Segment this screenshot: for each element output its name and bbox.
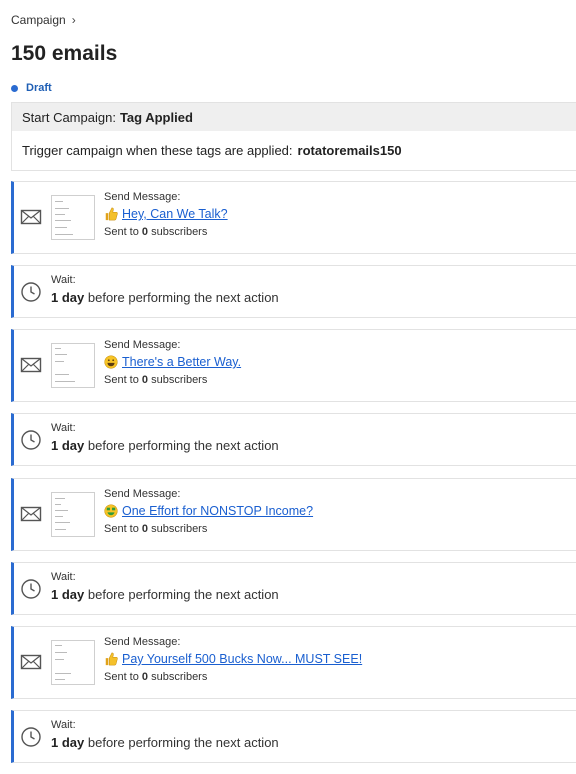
message-subject: Hey, Can We Talk? [122, 207, 228, 221]
email-preview-thumbnail[interactable] [51, 640, 95, 685]
email-preview-thumbnail[interactable] [51, 343, 95, 388]
trigger-card[interactable]: Start Campaign: Tag Applied Trigger camp… [11, 102, 576, 171]
email-preview-thumbnail[interactable] [51, 492, 95, 537]
status-badge: Draft [11, 82, 52, 94]
sent-count-text: Sent to 0 subscribers [104, 671, 208, 683]
breadcrumb: Campaign › [11, 13, 76, 27]
step-label: Send Message: [104, 191, 181, 203]
message-subject: One Effort for NONSTOP Income? [122, 504, 314, 518]
step-label: Wait: [51, 571, 76, 583]
trigger-description: Trigger campaign when these tags are app… [22, 143, 293, 158]
trigger-heading-value: Tag Applied [119, 109, 193, 125]
step-label: Wait: [51, 274, 76, 286]
wait-description: 1 day before performing the next action [51, 438, 279, 453]
wait-description: 1 day before performing the next action [51, 587, 279, 602]
sent-count-text: Sent to 0 subscribers [104, 226, 208, 238]
message-subject-link[interactable]: There's a Better Way. [104, 355, 241, 369]
message-subject-link[interactable]: One Effort for NONSTOP Income? [104, 504, 313, 518]
trigger-heading-prefix: Start Campaign: [22, 109, 116, 125]
money-mouth-face-icon [104, 504, 118, 518]
breadcrumb-campaign-link[interactable]: Campaign [11, 13, 66, 27]
thumbs-up-icon [105, 207, 118, 221]
step-label: Send Message: [104, 488, 181, 500]
envelope-icon [20, 654, 42, 670]
status-label: Draft [26, 82, 52, 94]
wait-duration: 1 day [51, 290, 85, 305]
wait-duration: 1 day [51, 438, 85, 453]
trigger-description-row: Trigger campaign when these tags are app… [12, 131, 576, 170]
page-title: 150 emails [11, 42, 118, 65]
message-subject: Pay Yourself 500 Bucks Now... MUST SEE! [122, 652, 363, 666]
wait-duration: 1 day [51, 735, 85, 750]
message-subject-link[interactable]: Hey, Can We Talk? [104, 207, 228, 221]
step-wait[interactable]: Wait: 1 day before performing the next a… [11, 562, 576, 615]
grinning-face-icon [104, 355, 118, 369]
step-send-message[interactable]: Send Message: Pay Yourself 500 Bucks Now… [11, 626, 576, 699]
step-wait[interactable]: Wait: 1 day before performing the next a… [11, 710, 576, 763]
campaign-page: Campaign › 150 emails Draft Start Campai… [0, 0, 576, 774]
step-label: Send Message: [104, 339, 181, 351]
trigger-heading: Start Campaign: Tag Applied [12, 103, 576, 131]
step-label: Send Message: [104, 636, 181, 648]
message-subject-link[interactable]: Pay Yourself 500 Bucks Now... MUST SEE! [104, 652, 362, 666]
chevron-right-icon: › [71, 13, 76, 27]
wait-description: 1 day before performing the next action [51, 290, 279, 305]
step-wait[interactable]: Wait: 1 day before performing the next a… [11, 413, 576, 466]
sent-count-text: Sent to 0 subscribers [104, 523, 208, 535]
message-subject: There's a Better Way. [122, 355, 242, 369]
envelope-icon [20, 506, 42, 522]
sent-count: 0 [141, 226, 149, 238]
step-send-message[interactable]: Send Message: There's a Better Way. Sent… [11, 329, 576, 402]
step-label: Wait: [51, 422, 76, 434]
thumbs-up-icon [105, 652, 118, 666]
sent-count: 0 [141, 374, 149, 386]
trigger-tag: rotatoremails150 [297, 143, 402, 158]
clock-icon [21, 727, 41, 747]
wait-duration: 1 day [51, 587, 85, 602]
status-dot-icon [11, 84, 18, 92]
envelope-icon [20, 209, 42, 225]
step-label: Wait: [51, 719, 76, 731]
sent-count: 0 [141, 671, 149, 683]
step-send-message[interactable]: Send Message: One Effort for NONSTOP Inc… [11, 478, 576, 551]
clock-icon [21, 430, 41, 450]
wait-description: 1 day before performing the next action [51, 735, 279, 750]
envelope-icon [20, 357, 42, 373]
email-preview-thumbnail[interactable] [51, 195, 95, 240]
sent-count: 0 [141, 523, 149, 535]
clock-icon [21, 579, 41, 599]
clock-icon [21, 282, 41, 302]
step-wait[interactable]: Wait: 1 day before performing the next a… [11, 265, 576, 318]
step-send-message[interactable]: Send Message: Hey, Can We Talk? Sent to … [11, 181, 576, 254]
sent-count-text: Sent to 0 subscribers [104, 374, 208, 386]
